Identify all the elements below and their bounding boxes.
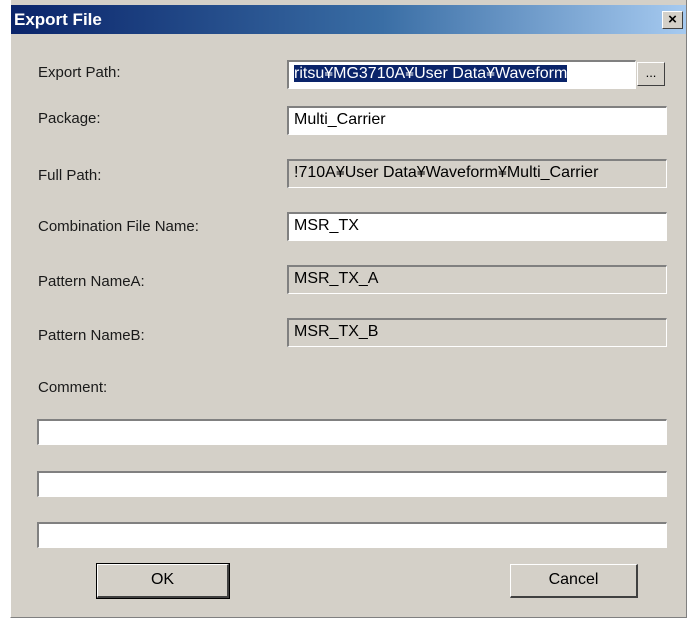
pattern-name-a-value: MSR_TX_A	[294, 270, 379, 287]
ellipsis-icon: ...	[645, 65, 657, 80]
package-value: Multi_Carrier	[294, 111, 386, 128]
export-file-dialog: Export File × Export Path: ritsu¥MG3710A…	[10, 0, 687, 618]
pattern-name-b-field: MSR_TX_B	[287, 318, 667, 347]
dialog-title: Export File	[14, 10, 102, 29]
comment-line-1[interactable]	[37, 419, 667, 445]
package-field[interactable]: Multi_Carrier	[287, 106, 667, 135]
export-path-field[interactable]: ritsu¥MG3710A¥User Data¥Waveform	[287, 60, 636, 89]
export-path-value: ritsu¥MG3710A¥User Data¥Waveform	[294, 65, 568, 82]
comment-line-3[interactable]	[37, 522, 667, 548]
comment-label: Comment:	[38, 379, 108, 396]
combination-file-name-field[interactable]: MSR_TX	[287, 212, 667, 241]
ok-button[interactable]: OK	[96, 563, 230, 599]
pattern-name-b-label: Pattern NameB:	[38, 327, 145, 344]
export-path-label: Export Path:	[38, 64, 121, 81]
combination-file-name-value: MSR_TX	[294, 217, 359, 234]
package-label: Package:	[38, 110, 101, 127]
pattern-name-a-label: Pattern NameA:	[38, 273, 145, 290]
pattern-name-b-value: MSR_TX_B	[294, 323, 379, 340]
comment-line-2[interactable]	[37, 471, 667, 497]
full-path-value: !710A¥User Data¥Waveform¥Multi_Carrier	[294, 164, 599, 181]
pattern-name-a-field: MSR_TX_A	[287, 265, 667, 294]
browse-button[interactable]: ...	[637, 62, 665, 86]
combination-file-name-label: Combination File Name:	[38, 218, 199, 235]
title-bar: Export File ×	[11, 5, 686, 34]
close-icon: ×	[668, 11, 677, 28]
close-button[interactable]: ×	[662, 11, 683, 29]
cancel-button[interactable]: Cancel	[510, 564, 638, 598]
full-path-field: !710A¥User Data¥Waveform¥Multi_Carrier	[287, 159, 667, 188]
full-path-label: Full Path:	[38, 167, 102, 184]
